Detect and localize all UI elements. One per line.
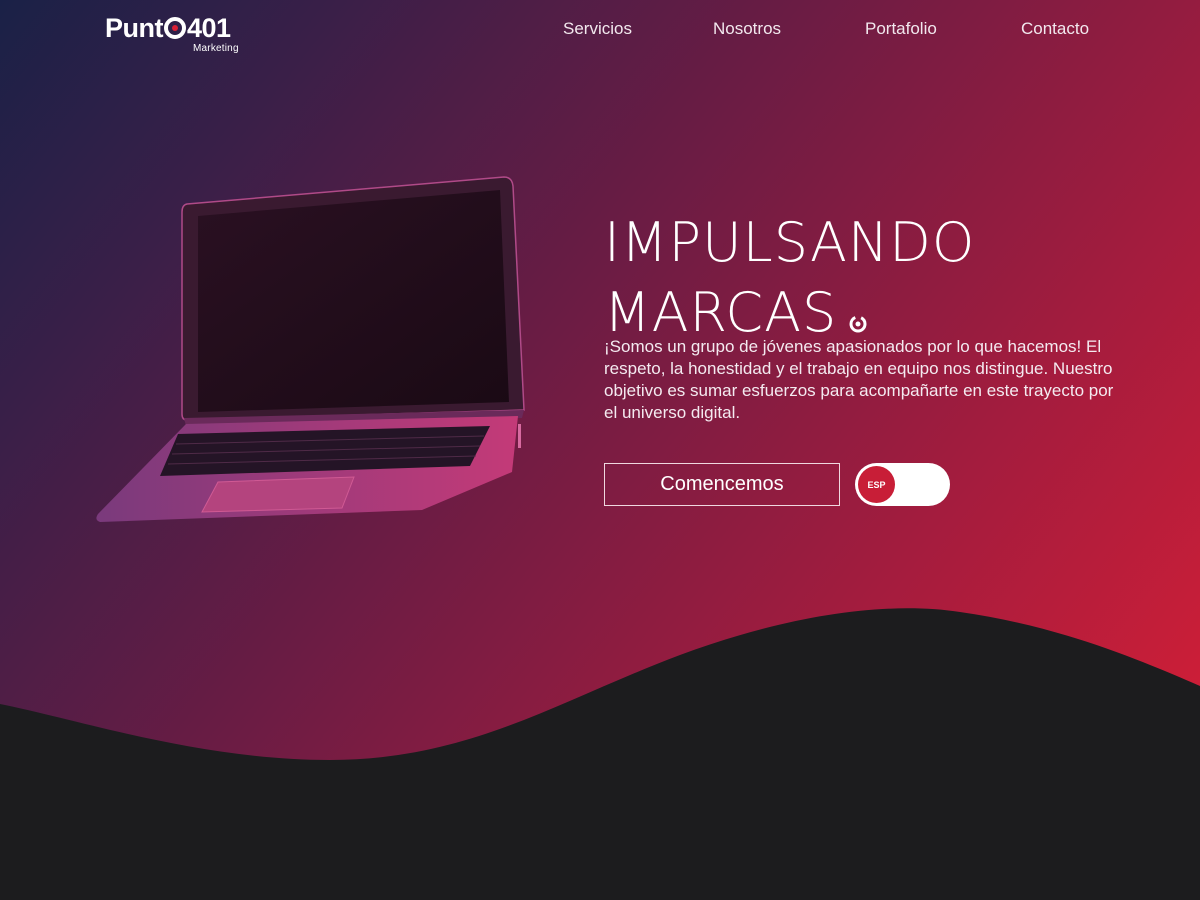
hero-headline: IMPULSANDO MARCAS bbox=[604, 208, 975, 348]
brand-logo[interactable]: Punt 401 Marketing bbox=[105, 9, 255, 59]
headline-line-1: IMPULSANDO bbox=[604, 211, 976, 275]
logo-name-right: 401 bbox=[187, 13, 231, 43]
laptop-image bbox=[96, 176, 525, 522]
top-nav: Punt 401 Marketing Servicios Nosotros Por… bbox=[0, 0, 1200, 62]
headline-line-2: MARCAS bbox=[604, 281, 838, 345]
logo-subtitle: Marketing bbox=[193, 43, 239, 54]
nav-link-nosotros[interactable]: Nosotros bbox=[713, 19, 781, 39]
logo-wordmark: Punt 401 bbox=[105, 13, 231, 44]
nav-link-contacto[interactable]: Contacto bbox=[1021, 19, 1089, 39]
target-icon bbox=[849, 280, 867, 333]
language-toggle[interactable]: ESP bbox=[855, 463, 950, 506]
language-toggle-knob: ESP bbox=[858, 466, 895, 503]
target-icon bbox=[164, 17, 186, 39]
nav-link-portafolio[interactable]: Portafolio bbox=[865, 19, 937, 39]
logo-name-left: Punt bbox=[105, 13, 164, 43]
hero-description: ¡Somos un grupo de jóvenes apasionados p… bbox=[604, 337, 1114, 422]
comencemos-button[interactable]: Comencemos bbox=[604, 463, 840, 506]
nav-link-servicios[interactable]: Servicios bbox=[563, 19, 632, 39]
